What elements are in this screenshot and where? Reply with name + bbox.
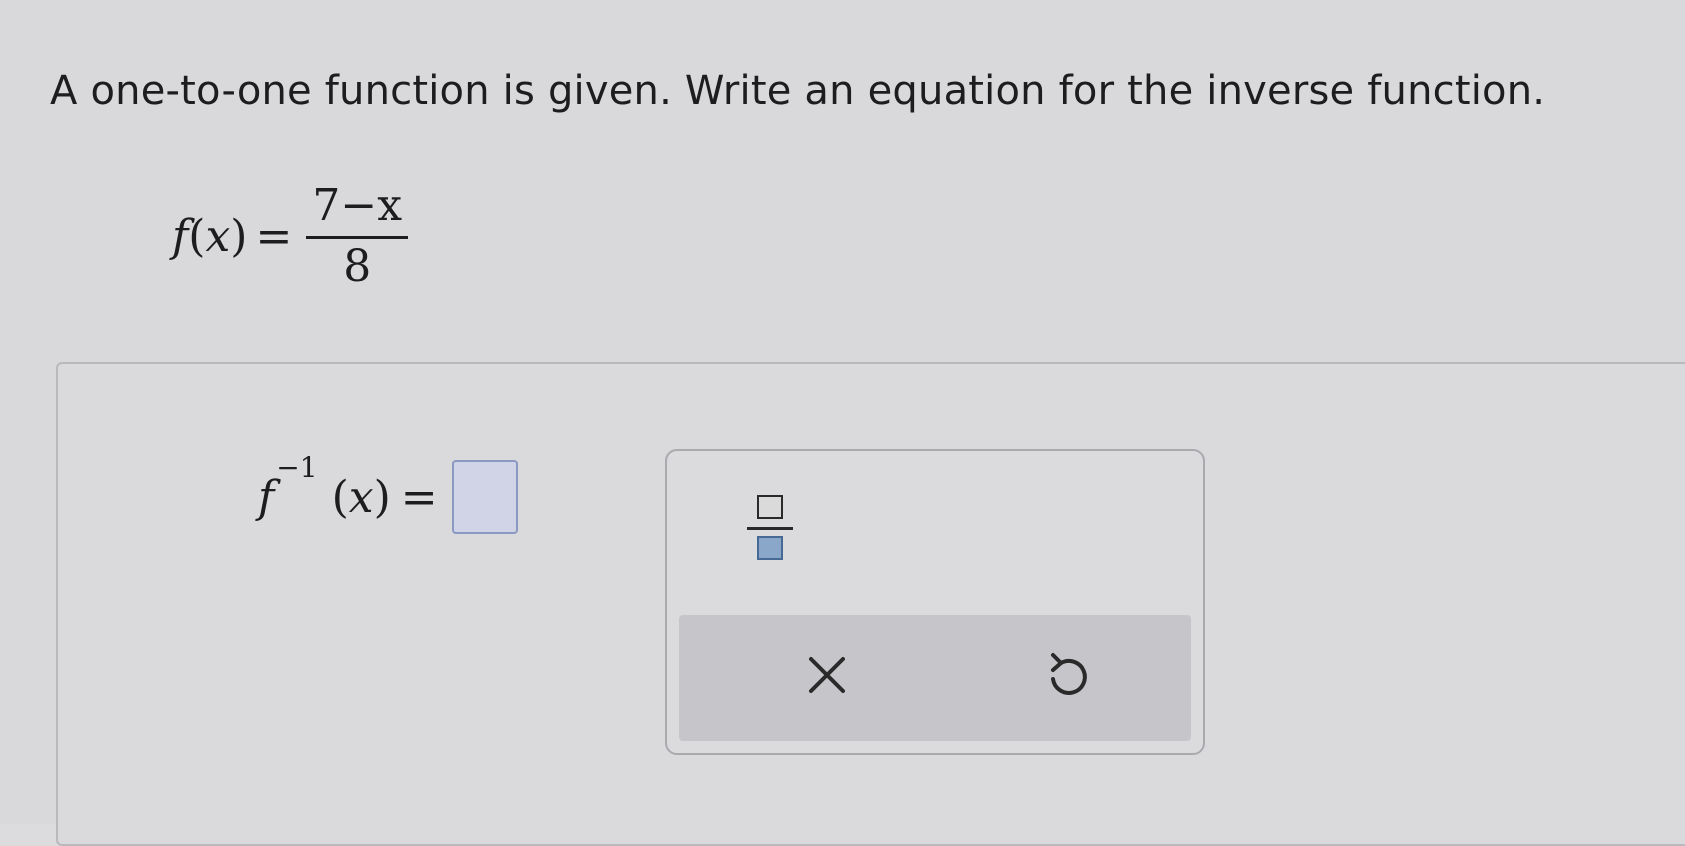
given-fraction: 7−x 8 bbox=[306, 178, 409, 295]
palette-action-bar bbox=[679, 615, 1191, 741]
given-function: f(x) = 7−x 8 bbox=[172, 176, 409, 296]
given-open-paren: ( bbox=[188, 210, 206, 262]
fraction-denominator-slot bbox=[757, 536, 783, 560]
inverse-variable: x bbox=[348, 471, 374, 523]
given-equals: = bbox=[255, 210, 293, 262]
question-text: A one-to-one function is given. Write an… bbox=[50, 68, 1546, 114]
math-palette bbox=[665, 449, 1205, 755]
given-close-paren: ) bbox=[230, 210, 248, 262]
inverse-function-name: f bbox=[258, 471, 275, 523]
fraction-numerator-slot bbox=[757, 495, 783, 519]
fraction-bar bbox=[747, 527, 793, 530]
undo-button[interactable] bbox=[1039, 645, 1099, 705]
given-variable: x bbox=[205, 210, 231, 262]
close-icon bbox=[809, 657, 845, 693]
inverse-equals: = bbox=[400, 471, 438, 523]
inverse-close-paren: ) bbox=[373, 471, 391, 523]
given-denominator: 8 bbox=[343, 240, 372, 292]
inverse-function: f −1 (x) = bbox=[258, 451, 518, 534]
screen: A one-to-one function is given. Write an… bbox=[0, 0, 1685, 846]
undo-icon bbox=[1051, 653, 1087, 695]
fraction-template-button[interactable] bbox=[743, 491, 799, 571]
given-function-name: f bbox=[172, 210, 189, 262]
inverse-open-paren: ( bbox=[331, 471, 349, 523]
given-numerator: 7−x bbox=[306, 178, 409, 239]
answer-input-box[interactable] bbox=[451, 460, 518, 534]
inverse-superscript: −1 bbox=[276, 450, 318, 484]
clear-button[interactable] bbox=[797, 645, 857, 705]
